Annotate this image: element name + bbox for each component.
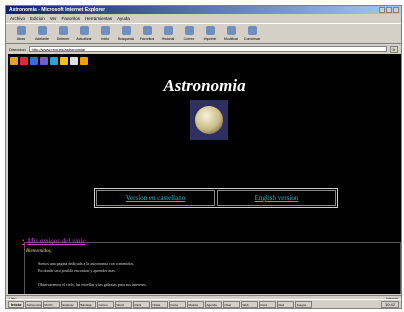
go-button[interactable]: Ir [389,45,398,53]
edit-icon [226,26,236,35]
menu-ayuda[interactable]: Ayuda [117,15,130,22]
paragraph-3: Observaremos el cielo, las estrellas y l… [38,282,147,287]
icon-strip [10,57,88,65]
search-button[interactable]: Busqueda [117,24,135,44]
taskbar: Inicio Astronomia Mi PC Explorer Bandeja Cor… [6,299,401,308]
refresh-icon [79,26,89,35]
address-bar: Direccion http://www.rsm.es/astronomia/ … [6,45,401,53]
taskbar-button[interactable]: Musica [187,300,205,308]
menu-herramientas[interactable]: Herramientas [85,15,112,22]
history-button[interactable]: Historial [159,24,177,44]
menu-ver[interactable]: Ver [50,15,57,22]
travel-link[interactable]: • Mis amigos del viaje [22,237,86,245]
discuss-button[interactable]: Conversar [243,24,261,44]
spanish-version-link[interactable]: Version en castellano [96,190,215,206]
taskbar-button[interactable]: Chat [223,300,241,308]
taskbar-button[interactable]: Red [277,300,295,308]
page-title: Astronomia [163,76,246,95]
taskbar-button[interactable]: Web [241,300,259,308]
home-icon [100,26,110,35]
address-input[interactable]: http://www.rsm.es/astronomia/ [28,46,387,52]
taskbar-button[interactable]: Mi PC [43,300,61,308]
paragraph-1: Somos una pagina dedicada a la astronomi… [38,261,135,266]
minimize-button[interactable] [379,7,385,13]
edit-button[interactable]: Modificar [222,24,240,44]
strip-icon[interactable] [10,57,18,65]
stop-icon [58,26,68,35]
strip-icon[interactable] [40,57,48,65]
travel-link-text: Mis amigos del viaje [27,237,86,245]
history-icon [163,26,173,35]
strip-icon[interactable] [50,57,58,65]
back-button[interactable]: Atras [12,24,30,44]
back-icon [16,26,26,35]
close-button[interactable] [393,7,399,13]
stop-button[interactable]: Detener [54,24,72,44]
taskbar-button[interactable]: Notas [151,300,169,308]
taskbar-button[interactable]: Correo [97,300,115,308]
taskbar-button[interactable]: Docs [259,300,277,308]
strip-icon[interactable] [60,57,68,65]
maximize-button[interactable] [386,7,392,13]
page-content: Astronomia Version en castellano English… [8,54,401,294]
mail-button[interactable]: Correo [180,24,198,44]
taskbar-button[interactable]: Juegos [295,300,313,308]
menu-archivo[interactable]: Archivo [10,15,25,22]
toolbar: Atras Adelante Detener Actualizar Inicio… [6,23,401,44]
system-clock: 10:42 [380,300,399,308]
taskbar-button[interactable]: Bandeja [79,300,97,308]
strip-icon[interactable] [20,57,28,65]
taskbar-button[interactable]: Astronomia [25,300,43,308]
start-button[interactable]: Inicio [8,300,25,308]
menu-favoritos[interactable]: Favoritos [62,15,81,22]
discuss-icon [247,26,257,35]
menu-bar: Archivo Edicion Ver Favoritos Herramient… [6,15,401,22]
greeting-title: Bienvenidos, [26,249,52,254]
browser-window: Astronomia - Microsoft Internet Explorer… [5,5,402,309]
window-controls [379,7,399,13]
menu-edicion[interactable]: Edicion [30,15,45,22]
favorites-icon [142,26,152,35]
language-table: Version en castellano English version [94,188,338,208]
taskbar-button[interactable]: Agenda [205,300,223,308]
forward-icon [37,26,47,35]
strip-icon[interactable] [70,57,78,65]
mail-icon [184,26,194,35]
english-version-link[interactable]: English version [217,190,336,206]
taskbar-button[interactable]: Fotos [169,300,187,308]
print-button[interactable]: Imprimir [201,24,219,44]
planet-image [190,100,228,140]
taskbar-button[interactable]: Explorer [61,300,79,308]
forward-button[interactable]: Adelante [33,24,51,44]
title-bar[interactable]: Astronomia - Microsoft Internet Explorer [6,6,401,14]
favorites-button[interactable]: Favoritos [138,24,156,44]
address-label: Direccion [9,46,26,52]
planet-icon [195,106,223,134]
refresh-button[interactable]: Actualizar [75,24,93,44]
paragraph-2: En donde sera posible encontrar y aprend… [38,268,116,273]
window-title: Astronomia - Microsoft Internet Explorer [9,7,106,13]
print-icon [205,26,215,35]
strip-icon[interactable] [80,57,88,65]
strip-icon[interactable] [30,57,38,65]
bullet-icon: • [22,237,25,245]
search-icon [121,26,131,35]
home-button[interactable]: Inicio [96,24,114,44]
taskbar-button[interactable]: Word [115,300,133,308]
taskbar-button[interactable]: Paint [133,300,151,308]
